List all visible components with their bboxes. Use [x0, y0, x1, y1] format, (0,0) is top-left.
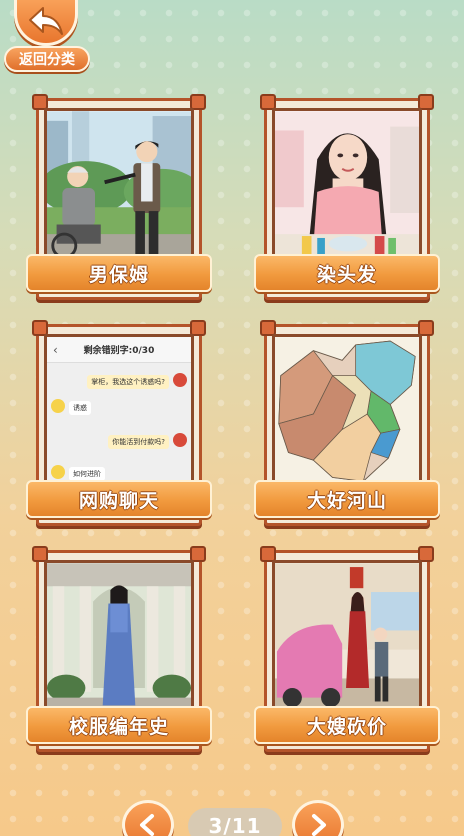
- level-card-great-rivers-mountains[interactable]: 大好河山: [254, 320, 440, 530]
- level-card-male-nanny[interactable]: 男保姆: [26, 94, 212, 304]
- chat-bubble: 如何进阶: [69, 467, 105, 481]
- card-title: 校服编年史: [26, 706, 212, 744]
- card-title: 大好河山: [254, 480, 440, 518]
- level-card-uniform-chronicle[interactable]: 校服编年史: [26, 546, 212, 756]
- chat-header: ‹ 剩余错别字:0/30: [47, 337, 191, 363]
- card-title: 染头发: [254, 254, 440, 292]
- buyer-avatar: [51, 399, 65, 413]
- chevron-left-icon: [140, 814, 154, 836]
- card-thumbnail: [272, 108, 422, 270]
- seller-avatar: [173, 373, 187, 387]
- card-thumbnail: [44, 108, 194, 270]
- chat-bubble: 你能活到付款吗?: [108, 435, 169, 449]
- back-category-label[interactable]: 返回分类: [4, 46, 90, 72]
- level-card-dye-hair[interactable]: 染头发: [254, 94, 440, 304]
- card-title: 男保姆: [26, 254, 212, 292]
- seller-avatar: [173, 433, 187, 447]
- buyer-avatar: [51, 465, 65, 479]
- level-card-online-shopping-chat[interactable]: ‹ 剩余错别字:0/30 掌柜，我选这个诱惑吗? 诱惑 你能活到付款吗? 如何进…: [26, 320, 212, 530]
- card-thumbnail: [272, 334, 422, 496]
- uniform-chronicle-scene: [47, 563, 191, 719]
- back-button[interactable]: [14, 0, 78, 46]
- next-page-button[interactable]: [292, 800, 344, 836]
- chat-bubble: 诱惑: [69, 401, 91, 415]
- card-thumbnail: [44, 560, 194, 722]
- dye-hair-scene: [275, 111, 419, 267]
- male-nanny-scene: [47, 111, 191, 267]
- card-thumbnail: [272, 560, 422, 722]
- china-map-scene: [275, 337, 419, 493]
- bargain-scene: [275, 563, 419, 719]
- card-title: 大嫂砍价: [254, 706, 440, 744]
- chat-back-icon: ‹: [53, 342, 58, 357]
- page-indicator: 3/11: [188, 808, 282, 836]
- level-card-sister-in-law-bargain[interactable]: 大嫂砍价: [254, 546, 440, 756]
- back-arrow-icon: [29, 7, 63, 35]
- chat-bubble: 掌柜，我选这个诱惑吗?: [87, 375, 169, 389]
- card-title: 网购聊天: [26, 480, 212, 518]
- chevron-right-icon: [312, 814, 326, 836]
- chat-header-text: 剩余错别字:0/30: [83, 346, 155, 356]
- card-thumbnail: ‹ 剩余错别字:0/30 掌柜，我选这个诱惑吗? 诱惑 你能活到付款吗? 如何进…: [44, 334, 194, 496]
- prev-page-button[interactable]: [122, 800, 174, 836]
